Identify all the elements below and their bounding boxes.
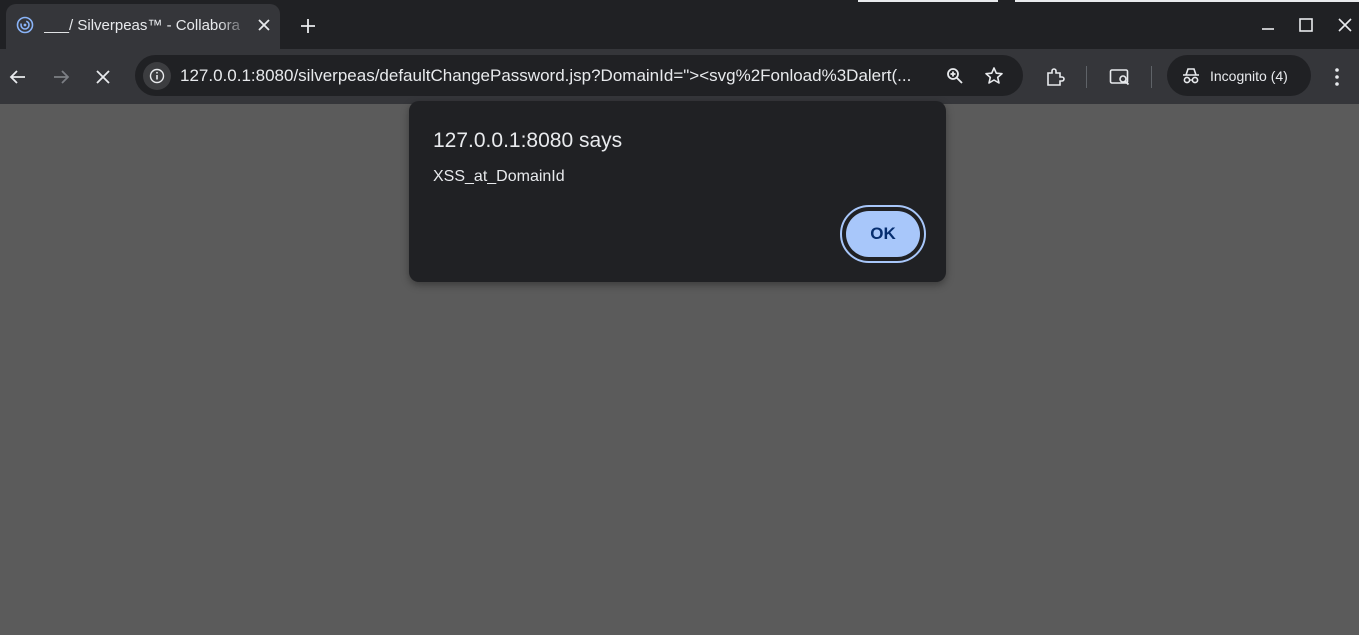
profile-button[interactable]: Incognito (4) [1167,55,1311,96]
site-info-button[interactable] [143,62,171,90]
alert-dialog: 127.0.0.1:8080 says XSS_at_DomainId OK [409,101,946,282]
minimize-button[interactable] [1255,12,1281,38]
dialog-message: XSS_at_DomainId [433,168,565,185]
search-tab-button[interactable] [1106,63,1134,91]
zoom-button[interactable] [942,63,968,89]
close-icon [96,70,110,84]
ok-focus-ring: OK [840,205,926,263]
profile-label: Incognito (4) [1210,68,1288,84]
arrow-left-icon [9,70,25,84]
window-close-button[interactable] [1332,12,1358,38]
forward-button[interactable] [47,63,75,91]
address-bar[interactable]: 127.0.0.1:8080/silverpeas/defaultChangeP… [135,55,1023,96]
dialog-title: 127.0.0.1:8080 says [433,129,623,152]
back-button[interactable] [4,63,32,91]
search-tab-icon [1109,69,1130,86]
bookmark-button[interactable] [981,63,1007,89]
maximize-icon [1299,18,1313,32]
minimize-icon [1262,28,1274,30]
new-tab-button[interactable] [296,14,320,38]
tab-strip: ___/ Silverpeas™ - Collabora [0,0,1359,49]
puzzle-icon [1047,68,1065,86]
tab-title: ___/ Silverpeas™ - Collabora [44,17,240,34]
extensions-button[interactable] [1041,63,1069,91]
frame-edge [1015,0,1359,2]
plus-icon [301,19,315,33]
star-icon [985,67,1003,84]
browser-toolbar: 127.0.0.1:8080/silverpeas/defaultChangeP… [0,49,1359,104]
browser-tab[interactable]: ___/ Silverpeas™ - Collabora [6,4,280,49]
toolbar-separator [1151,66,1152,88]
kebab-menu-icon [1335,68,1339,86]
stop-button[interactable] [89,63,117,91]
toolbar-separator [1086,66,1087,88]
close-icon[interactable] [254,15,274,35]
menu-button[interactable] [1323,63,1351,91]
arrow-right-icon [54,70,70,84]
url-text[interactable]: 127.0.0.1:8080/silverpeas/defaultChangeP… [180,65,935,87]
frame-edge [858,0,998,2]
maximize-button[interactable] [1293,12,1319,38]
zoom-in-icon [947,68,963,84]
loading-spinner-icon [16,16,34,34]
info-icon [149,68,165,84]
ok-button[interactable]: OK [846,211,920,257]
incognito-icon [1181,66,1201,86]
close-icon [1338,18,1352,32]
